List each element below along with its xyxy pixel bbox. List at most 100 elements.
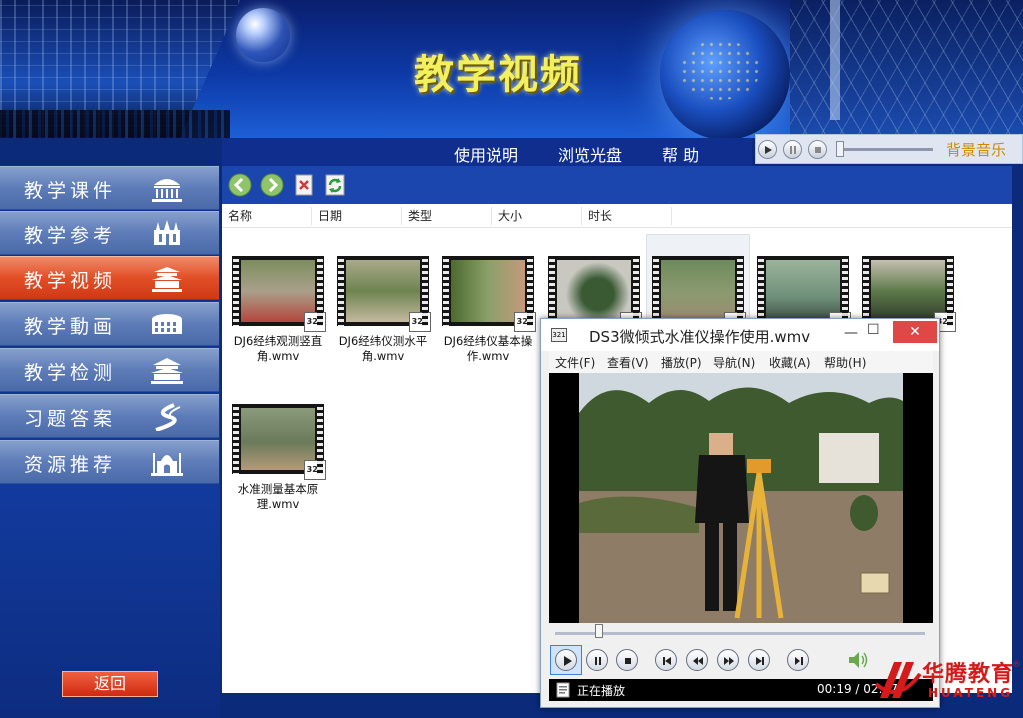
music-stop-button[interactable] (808, 140, 827, 159)
skip-back-button[interactable] (655, 649, 677, 671)
music-play-button[interactable] (758, 140, 777, 159)
sidebar-item-label: 教学参考 (24, 225, 117, 247)
refresh-icon[interactable] (323, 173, 347, 197)
menu-file[interactable]: 文件(F) (555, 354, 595, 371)
sidebar-item-reference[interactable]: 教学参考 (0, 211, 219, 255)
volume-icon[interactable] (847, 650, 869, 670)
sidebar-item-animation[interactable]: 教学動画 (0, 302, 219, 346)
forward-arrow-icon[interactable] (260, 173, 284, 197)
skip-forward-button[interactable] (748, 649, 770, 671)
media-player-badge: 321 (304, 312, 326, 332)
video-file-item[interactable]: 321 DJ6经纬仪基本操作.wmv (436, 256, 540, 364)
huateng-logo-mark-icon (874, 662, 922, 698)
sidebar-item-resources[interactable]: 资源推荐 (0, 440, 219, 484)
player-title: DS3微倾式水准仪操作使用.wmv (589, 328, 811, 346)
nav-help[interactable]: 帮 助 (662, 142, 699, 166)
close-button[interactable]: ✕ (893, 321, 937, 343)
player-titlebar[interactable]: 321 DS3微倾式水准仪操作使用.wmv — ☐ ✕ (541, 319, 939, 351)
sidebar-item-label: 习题答案 (24, 408, 117, 430)
step-button[interactable] (787, 649, 809, 671)
delete-icon[interactable] (292, 173, 316, 197)
page-title: 教学视频 (414, 51, 582, 98)
sidebar-item-videos[interactable]: 教学视频 (0, 256, 219, 300)
minimize-button[interactable]: — (844, 325, 858, 341)
music-label: 背景音乐 (946, 141, 1007, 159)
column-size[interactable]: 大小 (492, 207, 582, 225)
pavilion-icon (151, 358, 183, 384)
sidebar-item-testing[interactable]: 教学检测 (0, 348, 219, 392)
pause-icon (595, 657, 601, 665)
file-name: DJ6经纬仪基本操作.wmv (443, 334, 533, 363)
music-pause-button[interactable] (783, 140, 802, 159)
video-thumbnail: 321 (548, 256, 642, 332)
sidebar-item-label: 资源推荐 (24, 454, 117, 476)
logo-text-en: HUATENG (928, 686, 1014, 700)
fast-forward-button[interactable] (717, 649, 739, 671)
top-nav: 使用说明 浏览光盘 帮 助 (222, 138, 752, 166)
skip-back-icon (663, 657, 671, 665)
cathedral-icon (154, 220, 180, 245)
column-headers: 名称 日期 类型 大小 时长 (222, 204, 1012, 228)
video-file-item[interactable]: 321 DJ6经纬仪测水平角.wmv (331, 256, 435, 364)
building-columns-icon (152, 179, 182, 202)
stop-icon (625, 658, 631, 664)
media-player-badge: 321 (409, 312, 431, 332)
pause-button[interactable] (586, 649, 608, 671)
video-thumbnail: 321 (862, 256, 956, 332)
rewind-button[interactable] (686, 649, 708, 671)
file-name: 水准测量基本原理.wmv (237, 482, 319, 511)
menu-navigate[interactable]: 导航(N) (713, 354, 755, 371)
video-file-item[interactable]: 321 水准测量基本原理.wmv (226, 404, 330, 512)
nav-help-guide[interactable]: 使用说明 (454, 142, 518, 166)
column-name[interactable]: 名称 (222, 207, 312, 225)
media-player-window: 321 DS3微倾式水准仪操作使用.wmv — ☐ ✕ 文件(F) 查看(V) … (540, 318, 940, 708)
video-thumbnail: 321 (337, 256, 431, 332)
media-player-badge: 321 (304, 460, 326, 480)
logo-text-cn: 华腾教育 (922, 662, 1015, 687)
video-thumbnail: 321 (232, 404, 326, 480)
maximize-button[interactable]: ☐ (867, 322, 880, 338)
music-volume-track[interactable] (838, 148, 933, 151)
video-display[interactable] (549, 373, 933, 623)
seek-thumb[interactable] (595, 624, 604, 638)
video-file-item[interactable]: 321 DJ6经纬观测竖直角.wmv (226, 256, 330, 364)
menu-help[interactable]: 帮助(H) (824, 354, 866, 371)
column-date[interactable]: 日期 (312, 207, 402, 225)
sidebar-item-label: 教学動画 (24, 316, 117, 338)
file-name: DJ6经纬观测竖直角.wmv (233, 334, 323, 363)
step-icon (795, 657, 803, 665)
column-duration[interactable]: 时长 (582, 207, 672, 225)
menu-favorites[interactable]: 收藏(A) (769, 354, 811, 371)
sidebar-item-label: 教学视频 (24, 270, 117, 292)
play-button[interactable] (555, 649, 577, 671)
sidebar-item-courseware[interactable]: 教学课件 (0, 166, 219, 210)
bubble-decoration (236, 8, 290, 62)
seek-bar[interactable] (555, 632, 925, 635)
video-frame-surveyor (549, 373, 933, 623)
video-thumbnail: 321 (232, 256, 326, 332)
temple-icon (152, 267, 182, 292)
fast-forward-icon (724, 657, 734, 665)
back-button[interactable]: 返回 (62, 671, 158, 697)
sidebar-item-answers[interactable]: 习题答案 (0, 394, 219, 438)
taj-mahal-icon (151, 453, 183, 476)
background-music-bar: 背景音乐 (755, 134, 1023, 164)
playback-status: 正在播放 (577, 684, 626, 698)
menu-view[interactable]: 查看(V) (607, 354, 649, 371)
media-player-badge: 321 (514, 312, 536, 332)
nav-browse-disc[interactable]: 浏览光盘 (558, 142, 622, 166)
header-banner: 教学视频 (0, 0, 1023, 138)
sidebar-item-label: 教学检测 (24, 362, 117, 384)
crowd-silhouette-image (0, 110, 230, 138)
road-icon (155, 403, 181, 431)
bridge-image (790, 0, 1023, 138)
sidebar-item-label: 教学课件 (24, 180, 117, 202)
player-menubar: 文件(F) 查看(V) 播放(P) 导航(N) 收藏(A) 帮助(H) (549, 351, 933, 373)
back-arrow-icon[interactable] (228, 173, 252, 197)
menu-play[interactable]: 播放(P) (661, 354, 702, 371)
huateng-logo: 华腾教育 HUATENG ® (872, 652, 1023, 718)
video-thumbnail: 321 (652, 256, 746, 332)
column-type[interactable]: 类型 (402, 207, 492, 225)
music-volume-thumb[interactable] (836, 141, 844, 157)
stop-button[interactable] (616, 649, 638, 671)
